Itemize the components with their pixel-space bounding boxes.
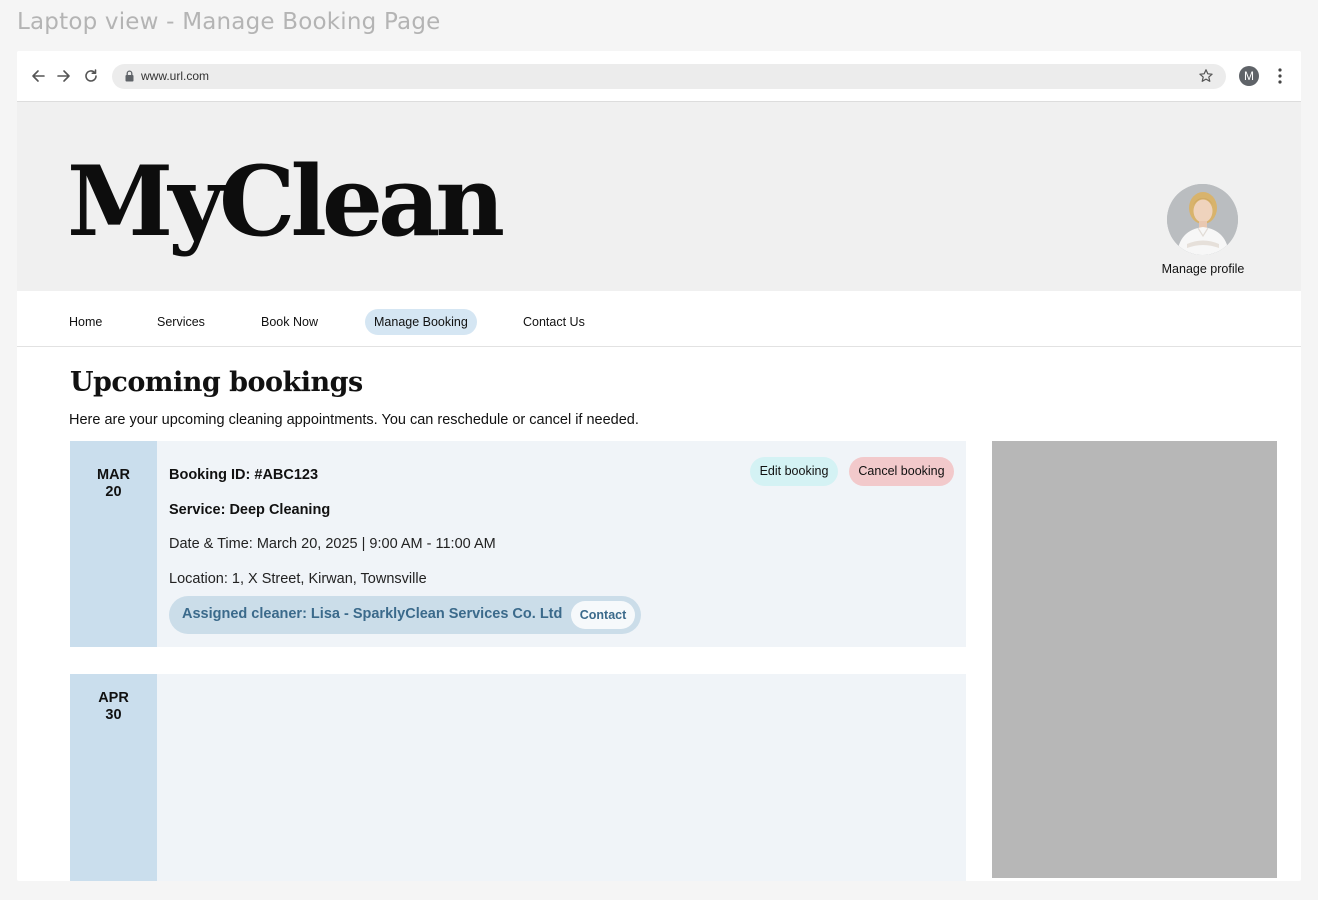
site-header: MyClean Manage profile	[17, 102, 1301, 291]
reload-icon	[85, 69, 97, 82]
person-photo	[1167, 184, 1238, 255]
nav-item-home[interactable]: Home	[69, 309, 102, 335]
browser-menu-button[interactable]	[1272, 66, 1288, 86]
kebab-menu-icon	[1278, 68, 1282, 84]
cancel-booking-button[interactable]: Cancel booking	[849, 457, 954, 486]
reload-button[interactable]	[81, 65, 101, 87]
site-logo[interactable]: MyClean	[67, 154, 505, 250]
booking-card: APR 30	[70, 674, 966, 881]
booking-location: Location: 1, X Street, Kirwan, Townsvill…	[169, 571, 427, 587]
booking-date-column: APR 30	[70, 674, 157, 881]
booking-id: Booking ID: #ABC123	[169, 467, 319, 483]
nav-item-contact-us[interactable]: Contact Us	[523, 309, 585, 335]
edit-booking-button[interactable]: Edit booking	[750, 457, 838, 486]
nav-item-services[interactable]: Services	[157, 309, 205, 335]
booking-day: 30	[105, 707, 122, 723]
lock-icon	[125, 70, 134, 82]
browser-profile-avatar[interactable]: M	[1239, 66, 1259, 86]
page-description: Here are your upcoming cleaning appointm…	[69, 412, 639, 428]
contact-cleaner-button[interactable]: Contact	[571, 601, 635, 629]
booking-month: MAR	[96, 467, 131, 483]
forward-button[interactable]	[54, 65, 74, 87]
side-placeholder-panel	[992, 441, 1277, 878]
assigned-cleaner-bar: Assigned cleaner: Lisa - SparklyClean Se…	[169, 596, 641, 634]
page-title: Upcoming bookings	[70, 367, 363, 398]
arrow-left-icon	[32, 70, 45, 82]
booking-datetime: Date & Time: March 20, 2025 | 9:00 AM - …	[169, 536, 496, 552]
back-button[interactable]	[28, 65, 48, 87]
browser-toolbar: www.url.com M	[17, 51, 1301, 102]
main-navigation: Home Services Book Now Manage Booking Co…	[17, 291, 1301, 347]
nav-item-book-now[interactable]: Book Now	[261, 309, 318, 335]
booking-service: Service: Deep Cleaning	[169, 502, 331, 518]
assigned-cleaner-text: Assigned cleaner: Lisa - SparklyClean Se…	[182, 606, 563, 622]
profile-avatar[interactable]	[1167, 184, 1238, 255]
address-bar[interactable]: www.url.com	[112, 64, 1226, 89]
star-icon[interactable]	[1198, 68, 1214, 84]
browser-window: www.url.com M MyClean Manage profile Hom…	[17, 51, 1301, 881]
booking-card: MAR 20 Booking ID: #ABC123 Service: Deep…	[70, 441, 966, 647]
manage-profile-link[interactable]: Manage profile	[1147, 262, 1259, 276]
frame-title: Laptop view - Manage Booking Page	[17, 9, 441, 35]
arrow-right-icon	[57, 70, 70, 82]
booking-day: 20	[105, 484, 122, 500]
url-text: www.url.com	[141, 69, 210, 83]
booking-date-column: MAR 20	[70, 441, 157, 647]
booking-month: APR	[98, 690, 129, 706]
nav-item-manage-booking[interactable]: Manage Booking	[365, 309, 477, 335]
